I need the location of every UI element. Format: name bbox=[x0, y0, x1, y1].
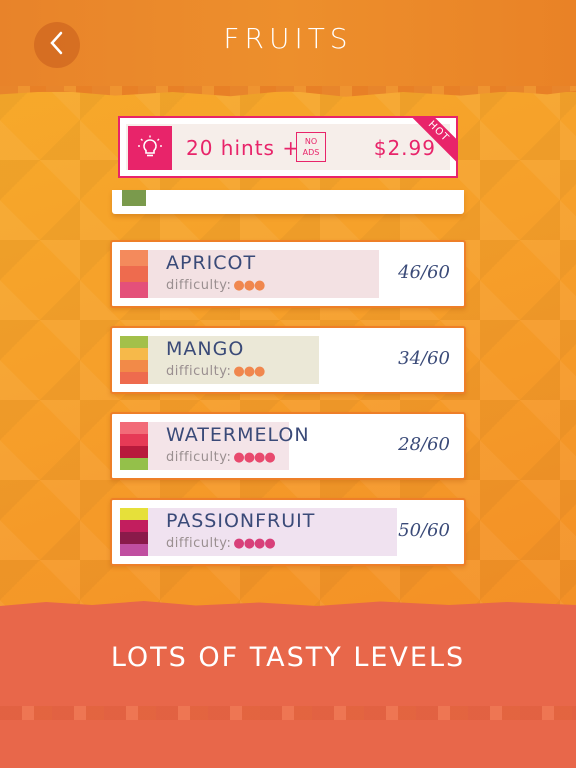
level-difficulty: difficulty: ●●●● bbox=[166, 536, 276, 551]
promo-price: $2.99 bbox=[373, 136, 436, 160]
no-ads-line2: ADS bbox=[302, 148, 320, 157]
color-swatch bbox=[120, 508, 148, 520]
page-title: FRUITS bbox=[223, 22, 353, 55]
footer-tagline: LOTS OF TASTY LEVELS bbox=[110, 642, 466, 673]
difficulty-label: difficulty: bbox=[166, 536, 232, 551]
color-swatch bbox=[120, 434, 148, 446]
level-name: WATERMELON bbox=[166, 424, 310, 446]
level-color-stripe bbox=[122, 190, 146, 206]
level-card-partial bbox=[112, 190, 464, 214]
level-color-stripe bbox=[120, 508, 148, 556]
level-score: 34/60 bbox=[398, 348, 450, 369]
color-swatch bbox=[120, 532, 148, 544]
color-swatch bbox=[120, 348, 148, 360]
level-color-stripe bbox=[120, 336, 148, 384]
level-score: 28/60 bbox=[398, 434, 450, 455]
promo-offer-card[interactable]: 20 hints + NO ADS $2.99 HOT bbox=[118, 116, 458, 178]
level-difficulty: difficulty: ●●● bbox=[166, 278, 265, 293]
color-swatch bbox=[120, 422, 148, 434]
level-score: 50/60 bbox=[398, 520, 450, 541]
color-swatch bbox=[120, 372, 148, 384]
color-swatch bbox=[120, 360, 148, 372]
color-swatch bbox=[120, 282, 148, 298]
promo-hints-text: 20 hints + bbox=[186, 136, 301, 160]
difficulty-label: difficulty: bbox=[166, 278, 232, 293]
color-swatch bbox=[120, 520, 148, 532]
difficulty-dots: ●●●● bbox=[233, 536, 275, 551]
level-color-stripe bbox=[120, 250, 148, 298]
level-card[interactable]: MANGO difficulty: ●●● 34/60 bbox=[110, 326, 466, 394]
no-ads-badge: NO ADS bbox=[296, 132, 326, 162]
color-swatch bbox=[120, 544, 148, 556]
level-name: PASSIONFRUIT bbox=[166, 510, 316, 532]
difficulty-dots: ●●● bbox=[233, 278, 265, 293]
lightbulb-icon bbox=[128, 126, 172, 170]
difficulty-label: difficulty: bbox=[166, 450, 232, 465]
level-name: MANGO bbox=[166, 338, 245, 360]
color-swatch bbox=[120, 336, 148, 348]
footer-banner bbox=[0, 606, 576, 768]
color-swatch bbox=[120, 266, 148, 282]
level-card[interactable]: PASSIONFRUIT difficulty: ●●●● 50/60 bbox=[110, 498, 466, 566]
level-card[interactable]: WATERMELON difficulty: ●●●● 28/60 bbox=[110, 412, 466, 480]
level-color-stripe bbox=[120, 422, 148, 470]
footer-brush-texture bbox=[0, 706, 576, 720]
difficulty-dots: ●●● bbox=[233, 364, 265, 379]
level-card[interactable]: APRICOT difficulty: ●●● 46/60 bbox=[110, 240, 466, 308]
no-ads-line1: NO bbox=[304, 137, 318, 146]
color-swatch bbox=[120, 250, 148, 266]
level-difficulty: difficulty: ●●● bbox=[166, 364, 265, 379]
difficulty-dots: ●●●● bbox=[233, 450, 275, 465]
level-difficulty: difficulty: ●●●● bbox=[166, 450, 276, 465]
level-name: APRICOT bbox=[166, 252, 257, 274]
level-score: 46/60 bbox=[398, 262, 450, 283]
difficulty-label: difficulty: bbox=[166, 364, 232, 379]
color-swatch bbox=[120, 458, 148, 470]
color-swatch bbox=[120, 446, 148, 458]
